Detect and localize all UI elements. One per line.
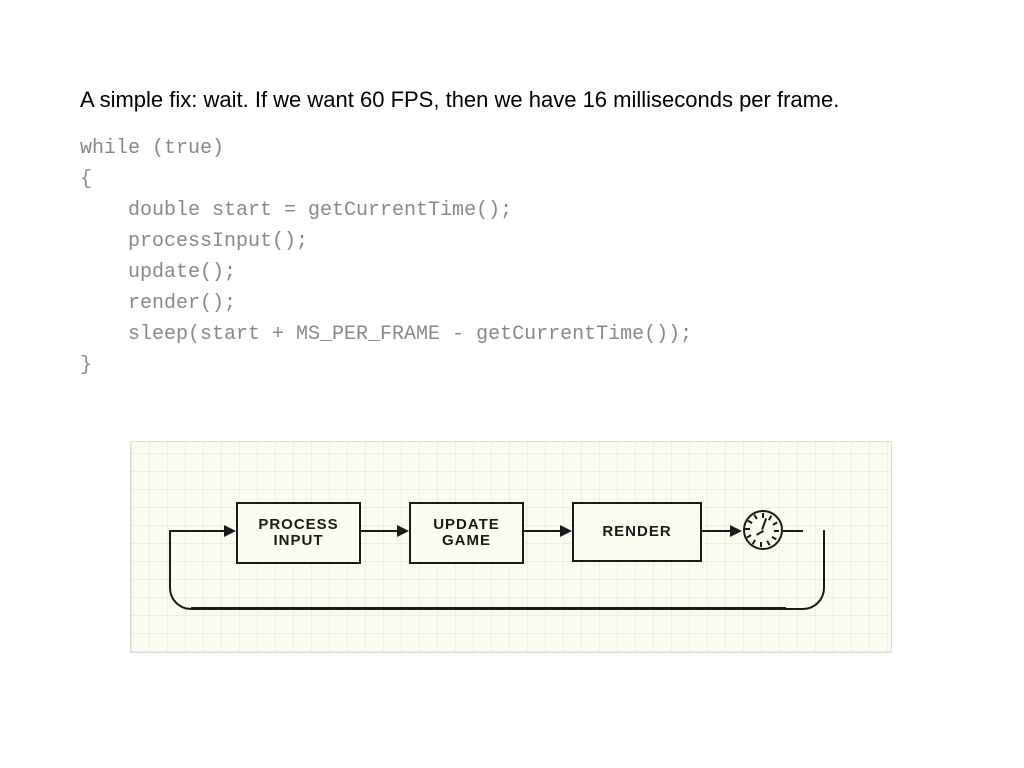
code-line: processInput(); bbox=[80, 230, 308, 253]
code-line: update(); bbox=[80, 261, 236, 284]
render-box: RENDER bbox=[572, 502, 702, 562]
code-line: double start = getCurrentTime(); bbox=[80, 199, 512, 222]
box-label: RENDER bbox=[602, 524, 671, 540]
game-loop-diagram: PROCESS INPUT UPDATE GAME RENDER bbox=[130, 441, 892, 653]
code-block: while (true) { double start = getCurrent… bbox=[80, 133, 944, 381]
process-input-box: PROCESS INPUT bbox=[236, 502, 361, 564]
box-label: PROCESS INPUT bbox=[258, 517, 338, 549]
body-paragraph: A simple fix: wait. If we want 60 FPS, t… bbox=[80, 85, 944, 115]
code-line: } bbox=[80, 354, 92, 377]
clock-icon bbox=[743, 510, 783, 550]
box-label: UPDATE GAME bbox=[433, 517, 500, 549]
code-line: sleep(start + MS_PER_FRAME - getCurrentT… bbox=[80, 323, 692, 346]
update-game-box: UPDATE GAME bbox=[409, 502, 524, 564]
code-line: render(); bbox=[80, 292, 236, 315]
code-line: while (true) bbox=[80, 137, 224, 160]
code-line: { bbox=[80, 168, 92, 191]
